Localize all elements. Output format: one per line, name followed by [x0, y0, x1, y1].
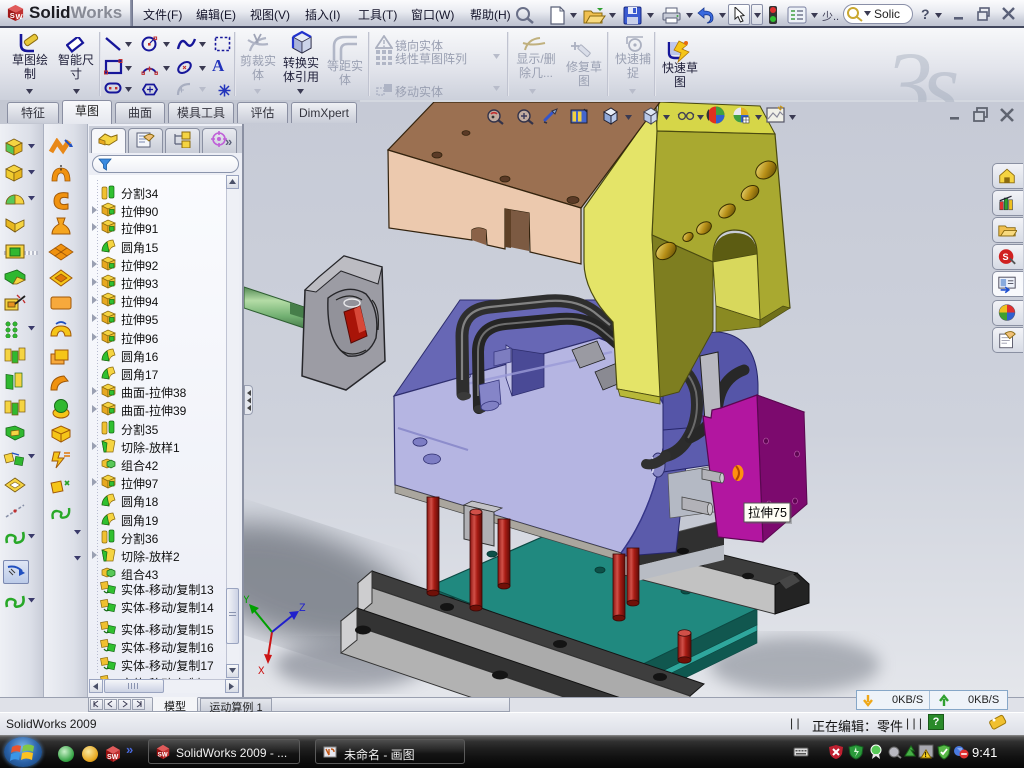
svg-text:X: X: [258, 666, 265, 678]
svg-text:SW: SW: [107, 754, 119, 761]
svg-text:W: W: [16, 12, 24, 21]
svg-text:S: S: [10, 11, 15, 20]
svg-text:!: !: [925, 752, 927, 759]
svg-text:SW: SW: [158, 751, 168, 758]
svg-text:S: S: [1002, 252, 1008, 262]
svg-text:拉伸75: 拉伸75: [748, 505, 787, 520]
svg-text:Y: Y: [244, 595, 250, 607]
svg-text:Z: Z: [299, 603, 306, 615]
